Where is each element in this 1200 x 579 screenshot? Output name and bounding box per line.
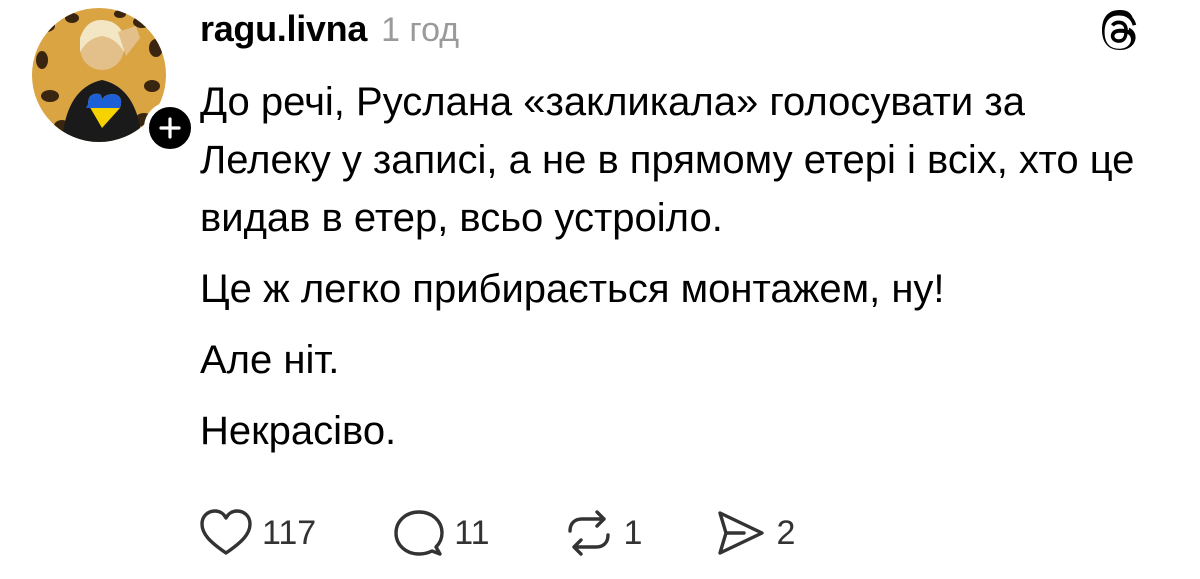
share-count: 2 — [776, 513, 796, 552]
post-body: До речі, Руслана «закликала» голосувати … — [200, 73, 1160, 473]
send-icon — [718, 511, 765, 555]
post-paragraph: До речі, Руслана «закликала» голосувати … — [200, 80, 1135, 240]
like-count: 117 — [262, 513, 317, 552]
follow-button[interactable] — [144, 102, 196, 154]
reply-count: 11 — [454, 513, 490, 552]
post-paragraph: Це ж легко прибирається монтажем, ну! — [200, 267, 945, 311]
reply-button[interactable]: 11 — [392, 507, 490, 559]
post-header: ragu.livna 1 год — [200, 8, 459, 54]
action-bar: 117 11 1 2 — [198, 507, 795, 559]
threads-logo-icon[interactable] — [1095, 8, 1143, 56]
heart-icon — [200, 509, 252, 555]
repost-arrows-icon — [567, 510, 610, 556]
username-link[interactable]: ragu.livna — [200, 8, 367, 50]
post-paragraph: Некрасіво. — [200, 409, 397, 453]
post-paragraph: Але ніт. — [200, 338, 340, 382]
plus-icon — [159, 117, 181, 139]
like-button[interactable]: 117 — [198, 507, 316, 559]
share-button[interactable]: 2 — [714, 507, 795, 559]
avatar-container — [32, 8, 196, 154]
post-timestamp: 1 год — [381, 11, 460, 49]
repost-button[interactable]: 1 — [562, 507, 643, 559]
comment-bubble-icon — [394, 510, 444, 556]
repost-count: 1 — [623, 513, 643, 552]
